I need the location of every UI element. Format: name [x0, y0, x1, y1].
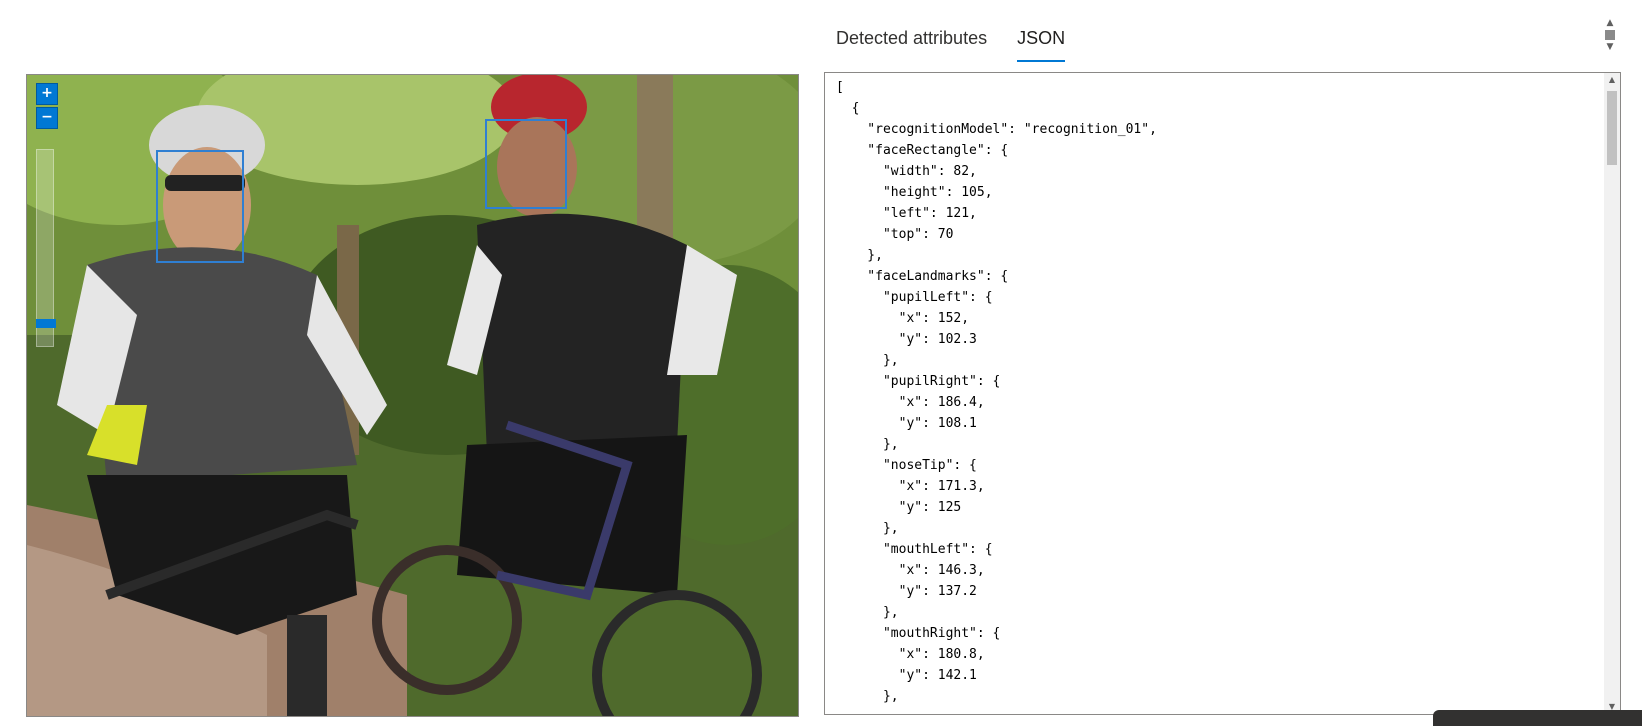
face-rectangle — [156, 150, 244, 263]
json-line: }, — [836, 521, 899, 536]
tab-json[interactable]: JSON — [1017, 24, 1066, 62]
json-line: }, — [836, 437, 899, 452]
json-line: "pupilLeft": { — [836, 290, 993, 305]
scroll-down-icon[interactable]: ▼ — [1604, 41, 1616, 53]
face-rectangle — [485, 119, 567, 209]
json-line: "noseTip": { — [836, 458, 977, 473]
json-line: "top": 70 — [836, 227, 954, 242]
json-line: "x": 186.4, — [836, 395, 985, 410]
cyclists-photo — [27, 75, 798, 716]
scrollbar-thumb[interactable] — [1607, 91, 1617, 165]
json-line: }, — [836, 353, 899, 368]
json-line: "recognitionModel": "recognition_01", — [836, 122, 1157, 137]
json-line: "pupilRight": { — [836, 374, 1001, 389]
tab-detected-attributes[interactable]: Detected attributes — [836, 24, 987, 62]
photo-viewer[interactable]: + − — [26, 74, 799, 717]
floating-bar — [1433, 710, 1642, 726]
json-output-panel[interactable]: [ { "recognitionModel": "recognition_01"… — [824, 72, 1621, 715]
zoom-slider[interactable] — [36, 149, 54, 347]
zoom-controls: + − — [36, 83, 58, 131]
minus-icon: − — [41, 109, 53, 125]
json-line: { — [836, 101, 860, 116]
json-line: "height": 105, — [836, 185, 993, 200]
json-line: "width": 82, — [836, 164, 977, 179]
json-line: "faceLandmarks": { — [836, 269, 1009, 284]
face-detection-page: + − Detected attributes JSON ▲ ▼ [ { "re… — [0, 0, 1642, 726]
json-line: "y": 137.2 — [836, 584, 977, 599]
json-line: "y": 142.1 — [836, 668, 977, 683]
json-text: [ { "recognitionModel": "recognition_01"… — [836, 77, 1596, 707]
json-line: "y": 125 — [836, 500, 962, 515]
json-line: "x": 146.3, — [836, 563, 985, 578]
scroll-up-icon[interactable]: ▲ — [1604, 73, 1620, 87]
json-line: }, — [836, 689, 899, 704]
scroll-up-icon[interactable]: ▲ — [1604, 17, 1616, 29]
json-line: [ — [836, 80, 844, 95]
json-line: "y": 108.1 — [836, 416, 977, 431]
json-scrollbar[interactable]: ▲ ▼ — [1604, 73, 1620, 714]
json-line: "x": 180.8, — [836, 647, 985, 662]
json-line: "y": 102.3 — [836, 332, 977, 347]
json-line: "x": 171.3, — [836, 479, 985, 494]
zoom-out-button[interactable]: − — [36, 107, 58, 129]
json-line: }, — [836, 605, 899, 620]
plus-icon: + — [41, 85, 53, 101]
json-line: "faceRectangle": { — [836, 143, 1009, 158]
json-line: "left": 121, — [836, 206, 977, 221]
json-line: "mouthLeft": { — [836, 542, 993, 557]
zoom-slider-thumb[interactable] — [36, 319, 56, 328]
json-line: "mouthRight": { — [836, 626, 1001, 641]
zoom-in-button[interactable]: + — [36, 83, 58, 105]
page-scrollbar[interactable]: ▲ ▼ — [1604, 17, 1616, 57]
result-tabs: Detected attributes JSON — [836, 24, 1066, 62]
json-line: }, — [836, 248, 883, 263]
scrollbar-thumb[interactable] — [1605, 30, 1615, 40]
json-line: "x": 152, — [836, 311, 970, 326]
